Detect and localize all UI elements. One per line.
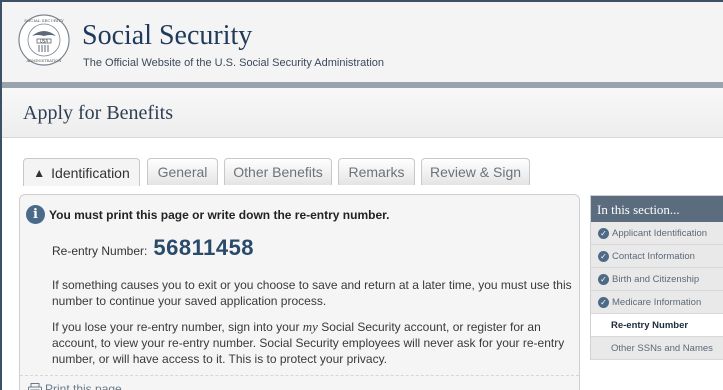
section-nav-heading: In this section... [591, 196, 723, 222]
app-frame: USA SOCIAL SECURITY ADMINISTRATION Socia… [0, 0, 723, 390]
sidebar-item-applicant-identification[interactable]: ✓ Applicant Identification [591, 222, 723, 245]
tab-general[interactable]: General [147, 158, 218, 185]
site-subtitle: The Official Website of the U.S. Social … [83, 57, 385, 69]
seal-center-text: USA [40, 39, 49, 44]
tab-label: General [157, 164, 208, 180]
tab-label: Review & Sign [429, 164, 522, 180]
check-circle-icon: ✓ [598, 250, 609, 262]
section-nav: In this section... ✓ Applicant Identific… [590, 195, 723, 360]
warning-icon: ▲ [33, 165, 46, 180]
tab-label: Identification [51, 164, 130, 181]
sidebar-item-reentry-number[interactable]: Re-entry Number [591, 314, 723, 337]
info-icon: i [26, 205, 45, 224]
check-circle-icon: ✓ [598, 227, 609, 239]
sidebar-item-label: Contact Information [612, 250, 695, 262]
tab-label: Other Benefits [233, 164, 323, 180]
tab-identification[interactable]: ▲ Identification [23, 158, 140, 186]
reentry-row: Re-entry Number: 56811458 [52, 235, 254, 261]
tab-label: Remarks [348, 164, 405, 180]
ssa-seal-logo[interactable]: USA SOCIAL SECURITY ADMINISTRATION [18, 14, 70, 66]
my-brand-text: my [302, 319, 318, 334]
sidebar-item-birth-citizenship[interactable]: ✓ Birth and Citizenship [591, 268, 723, 291]
privacy-text-start: If you lose your re-entry number, sign i… [52, 320, 303, 334]
notice-text: You must print this page or write down t… [49, 207, 390, 222]
printer-icon [28, 383, 42, 390]
sidebar-item-label: Applicant Identification [612, 227, 708, 239]
print-label: Print this page [45, 382, 122, 390]
sidebar-item-medicare-information[interactable]: ✓ Medicare Information [591, 291, 723, 314]
sidebar-item-label: Medicare Information [612, 296, 702, 308]
reentry-label: Re-entry Number: [52, 244, 148, 258]
sidebar-item-label: Re-entry Number [611, 319, 689, 331]
seal-bottom-text: ADMINISTRATION [25, 59, 61, 63]
privacy-paragraph: If you lose your re-entry number, sign i… [52, 319, 574, 367]
page-title-bar: Apply for Benefits [2, 88, 723, 138]
save-return-paragraph: If something causes you to exit or you c… [52, 278, 572, 308]
reentry-number: 56811458 [153, 235, 255, 260]
tab-other-benefits[interactable]: Other Benefits [224, 158, 332, 185]
sidebar-item-contact-information[interactable]: ✓ Contact Information [591, 245, 723, 268]
check-circle-icon: ✓ [598, 296, 609, 308]
site-header: USA SOCIAL SECURITY ADMINISTRATION Socia… [2, 2, 723, 82]
tab-remarks[interactable]: Remarks [338, 158, 415, 185]
site-title[interactable]: Social Security [82, 20, 252, 52]
seal-top-text: SOCIAL SECURITY [24, 18, 64, 23]
tab-review-sign[interactable]: Review & Sign [421, 158, 530, 185]
print-page-link[interactable]: Print this page [20, 375, 579, 390]
sidebar-item-label: Other SSNs and Names [611, 342, 713, 354]
sidebar-item-other-ssns[interactable]: Other SSNs and Names [591, 337, 723, 360]
sidebar-item-label: Birth and Citizenship [612, 273, 700, 285]
reentry-panel: i You must print this page or write down… [19, 194, 580, 390]
page-title: Apply for Benefits [23, 102, 173, 124]
check-circle-icon: ✓ [598, 273, 609, 285]
print-notice: i You must print this page or write down… [26, 205, 389, 224]
